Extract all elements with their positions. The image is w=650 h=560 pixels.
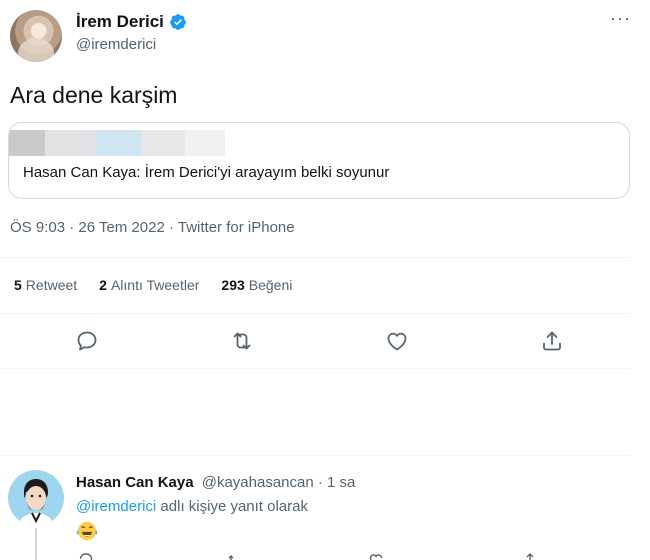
like-icon[interactable] <box>385 329 409 353</box>
retweet-stat[interactable]: 5 Retweet <box>14 277 77 293</box>
share-icon[interactable] <box>540 329 564 353</box>
tweet-timestamp[interactable]: ÖS 9:03 · 26 Tem 2022 · Twitter for iPho… <box>10 219 295 236</box>
replying-to: @iremderici adlı kişiye yanıt olarak <box>76 498 308 515</box>
author-name[interactable]: İrem Derici <box>76 12 164 32</box>
reply-header: Hasan Can Kaya @kayahasancan · 1 sa <box>76 474 355 491</box>
tears-of-joy-emoji-icon <box>76 520 98 542</box>
divider <box>0 257 630 258</box>
like-stat[interactable]: 293 Beğeni <box>221 277 292 293</box>
verified-badge-icon <box>170 14 186 30</box>
author-avatar[interactable] <box>10 10 62 62</box>
blurred-region <box>95 130 141 156</box>
quoted-tweet-card[interactable]: Hasan Can Kaya: İrem Derici'yi arayayım … <box>8 122 630 199</box>
author-name-row[interactable]: İrem Derici <box>76 12 187 32</box>
reply-like-icon[interactable] <box>368 552 384 560</box>
quote-stat-label: Alıntı Tweetler <box>110 277 200 293</box>
reply-author-name[interactable]: Hasan Can Kaya <box>76 474 194 491</box>
retweet-stat-label: Retweet <box>25 277 78 293</box>
reply-reply-icon[interactable] <box>78 552 94 560</box>
quoted-tweet-text: Hasan Can Kaya: İrem Derici'yi arayayım … <box>23 164 390 181</box>
divider <box>0 368 630 369</box>
reply-retweet-icon[interactable] <box>226 552 242 560</box>
thread-line <box>35 528 37 560</box>
tweet-text: Ara dene karşim <box>10 82 178 108</box>
divider <box>0 455 630 456</box>
retweet-icon[interactable] <box>230 329 254 353</box>
reply-mention-link[interactable]: @iremderici <box>76 498 156 515</box>
quote-stat[interactable]: 2 Alıntı Tweetler <box>99 277 199 293</box>
author-handle[interactable]: @iremderici <box>76 36 156 53</box>
engagement-stats: 5 Retweet 2 Alıntı Tweetler 293 Beğeni <box>14 277 292 293</box>
quote-count: 2 <box>99 277 107 293</box>
retweet-count: 5 <box>14 277 22 293</box>
blurred-region <box>45 130 95 156</box>
reply-icon[interactable] <box>75 329 99 353</box>
reply-author-meta[interactable]: @kayahasancan · 1 sa <box>202 474 356 491</box>
reply-author-avatar[interactable] <box>8 470 64 526</box>
blurred-region <box>141 130 185 156</box>
divider <box>0 313 630 314</box>
blurred-region <box>185 130 225 156</box>
replying-to-label: adlı kişiye yanıt olarak <box>160 498 308 515</box>
like-stat-label: Beğeni <box>248 277 293 293</box>
more-options-icon[interactable]: ··· <box>610 8 631 29</box>
like-count: 293 <box>221 277 245 293</box>
reply-share-icon[interactable] <box>522 552 538 560</box>
blurred-region <box>9 130 45 156</box>
